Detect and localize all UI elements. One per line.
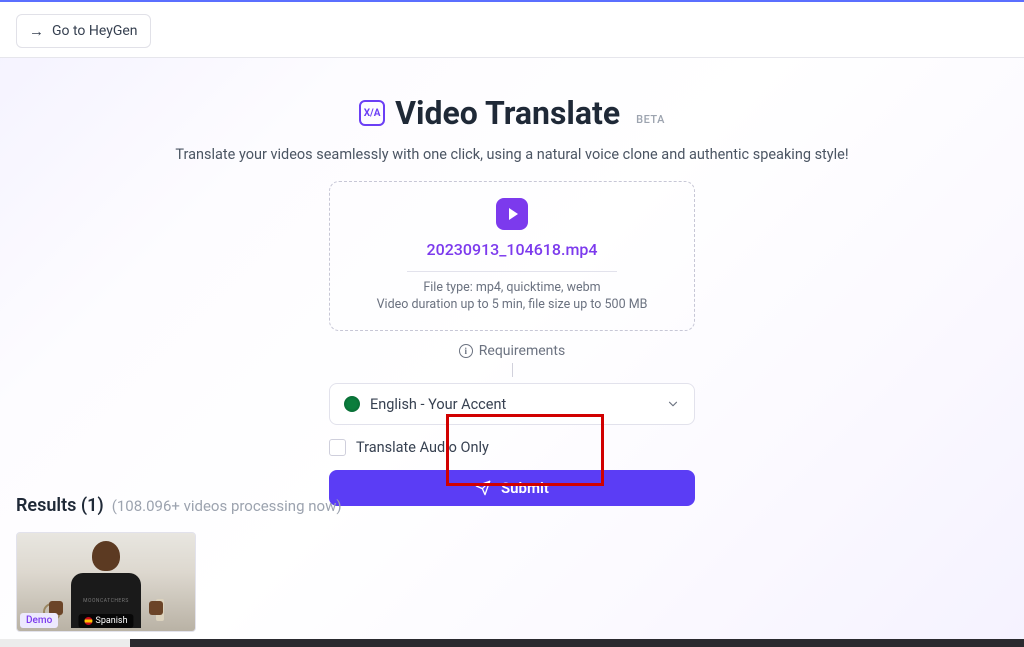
language-select[interactable]: English - Your Accent bbox=[329, 383, 695, 425]
submit-label: Submit bbox=[501, 479, 549, 497]
audio-only-row: Translate Audio Only bbox=[329, 439, 695, 456]
top-bar: → Go to HeyGen bbox=[0, 0, 1024, 58]
language-badge: Spanish bbox=[78, 614, 133, 628]
vertical-divider bbox=[512, 363, 513, 377]
results-title: Results (1) bbox=[16, 495, 104, 516]
audio-only-checkbox[interactable] bbox=[329, 439, 346, 456]
requirements-label: Requirements bbox=[479, 343, 565, 359]
play-icon bbox=[496, 198, 528, 230]
title-row: X/A Video Translate BETA bbox=[359, 94, 665, 132]
send-icon bbox=[475, 480, 491, 496]
language-selected-label: English - Your Accent bbox=[370, 396, 666, 413]
go-to-heygen-button[interactable]: → Go to HeyGen bbox=[16, 14, 151, 48]
bottom-border bbox=[0, 639, 1024, 647]
result-thumbnail[interactable]: MOONCATCHERS Demo Spanish bbox=[16, 532, 196, 632]
go-to-heygen-label: Go to HeyGen bbox=[52, 23, 138, 39]
chevron-down-icon bbox=[666, 396, 680, 415]
flag-icon bbox=[344, 396, 360, 412]
flag-spain-icon bbox=[84, 617, 92, 625]
results-processing-count: (108.096+ videos processing now) bbox=[112, 497, 342, 515]
submit-button[interactable]: Submit bbox=[329, 470, 695, 506]
translate-icon: X/A bbox=[359, 100, 385, 126]
thumbnail-hand-right bbox=[149, 601, 163, 615]
filetype-hint: File type: mp4, quicktime, webm bbox=[423, 280, 600, 295]
page-title: Video Translate bbox=[395, 94, 620, 132]
requirements-link[interactable]: i Requirements bbox=[459, 343, 565, 359]
page-subtitle: Translate your videos seamlessly with on… bbox=[175, 146, 848, 163]
demo-badge: Demo bbox=[20, 613, 58, 628]
info-icon: i bbox=[459, 344, 473, 358]
results-section: Results (1) (108.096+ videos processing … bbox=[16, 495, 342, 632]
uploaded-filename: 20230913_104618.mp4 bbox=[427, 240, 598, 259]
beta-badge: BETA bbox=[636, 113, 665, 126]
limits-hint: Video duration up to 5 min, file size up… bbox=[377, 297, 648, 312]
divider bbox=[407, 271, 617, 272]
upload-dropzone[interactable]: 20230913_104618.mp4 File type: mp4, quic… bbox=[329, 181, 695, 331]
arrow-right-icon: → bbox=[29, 24, 44, 39]
audio-only-label: Translate Audio Only bbox=[356, 439, 489, 456]
main-content: X/A Video Translate BETA Translate your … bbox=[0, 94, 1024, 506]
